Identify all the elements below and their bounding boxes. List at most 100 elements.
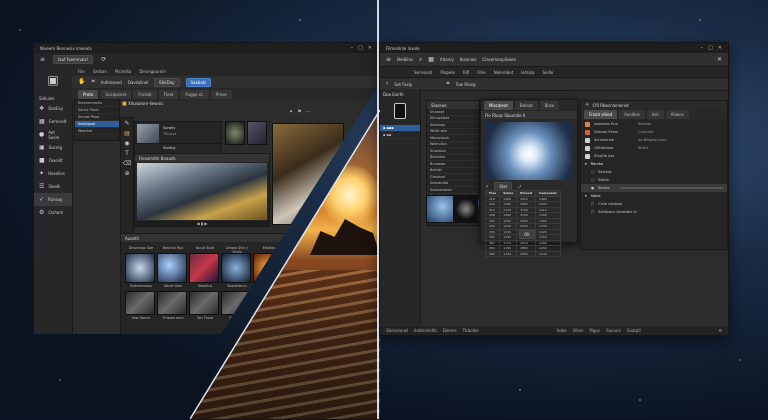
properties-tab[interactable]: Aeodles	[619, 110, 645, 119]
arrow-icon[interactable]: ↗	[485, 184, 488, 190]
back-icon[interactable]: ‹	[386, 81, 388, 87]
property-row[interactable]: Sldeoor Eemn Crarnhet	[581, 128, 727, 136]
filmstrip-thumb[interactable]	[125, 253, 155, 283]
status-item[interactable]: Tbbolee	[463, 328, 479, 333]
toolbar-right-button[interactable]: Saxbalz	[185, 77, 212, 87]
tree-item[interactable]: Weertes	[75, 128, 119, 135]
eye-icon[interactable]: ◉	[124, 141, 129, 147]
tab[interactable]: Proto	[78, 90, 99, 99]
table-row[interactable]: 380 1130 2850 1240	[484, 250, 561, 257]
toolbar-item-1[interactable]: Indmixeed	[101, 80, 122, 85]
right-toolbar-item-4[interactable]: Clasemonplisaes	[482, 57, 516, 62]
status-item[interactable]: Sbenelarwl	[386, 328, 408, 333]
tree-item[interactable]: Senost Paxo	[75, 114, 119, 121]
property-row[interactable]: Sloyitle Asa	[581, 152, 727, 160]
workspace-selector[interactable]: lauf fxemmaix!	[53, 55, 94, 64]
section-item[interactable]: ○ Sdbila	[581, 176, 727, 184]
sidebar-item[interactable]: ● Aet Soxle	[34, 128, 72, 141]
grid-icon[interactable]: ▦	[428, 56, 434, 63]
property-row[interactable]: Ixoeadan Rue Stalnda	[581, 120, 727, 128]
minimize-icon[interactable]: –	[351, 45, 354, 51]
status-item[interactable]: Aobe	[556, 328, 566, 333]
section-header[interactable]: ▾ Salne	[581, 192, 727, 200]
sidebar-item[interactable]: ■ Faxelilt	[34, 154, 72, 167]
property-row[interactable]: Xcrlaneraie Ao Bingieg nlaro	[581, 136, 727, 144]
menu-item[interactable]: Frile	[477, 70, 485, 75]
dialog-tab[interactable]: Blaw	[539, 101, 560, 110]
status-item[interactable]: Vilien	[573, 328, 584, 333]
right-toolbar-item-3[interactable]: Ibsenies	[460, 57, 476, 62]
status-item[interactable]: Ilebtnelntlb	[414, 328, 437, 333]
dialog-tab[interactable]: Miscaleat	[484, 101, 513, 110]
section-item[interactable]: ☐ Saitlbalnz Aenesble le	[581, 208, 727, 216]
filmstrip-thumb[interactable]	[189, 253, 219, 283]
menu-item[interactable]: Ietsixa	[521, 70, 534, 75]
eraser-icon[interactable]: ⌫	[123, 161, 131, 167]
menu-plsindlia[interactable]: Plsindlia	[115, 69, 131, 74]
menu-icon[interactable]: ≡	[40, 56, 45, 63]
tree-item[interactable]: Sence Panls	[75, 107, 119, 114]
menu-item[interactable]: Nelembet	[494, 70, 514, 75]
tab[interactable]: Fogge st.	[180, 90, 209, 99]
menu-desingaurnin[interactable]: Desingaurnin	[139, 69, 166, 74]
sidebar-item[interactable]: ▦ Gemiselt	[34, 115, 72, 128]
close-panel-icon[interactable]: ✕	[717, 56, 722, 63]
status-item[interactable]: Saatpll	[627, 328, 641, 333]
toolbar-item-2[interactable]: Davrblinel	[128, 80, 148, 85]
menu-item[interactable]: Plopele	[440, 70, 455, 75]
sidebar-item[interactable]: ⚙ Clsham	[34, 206, 72, 219]
list-preview-thumb[interactable]	[426, 195, 454, 223]
maximize-icon[interactable]: □	[708, 45, 713, 51]
properties-tab[interactable]: Aliwns	[665, 110, 689, 119]
sidebar-item[interactable]: ✓ Ronsay	[34, 193, 72, 206]
sidebar-item[interactable]: ✦ Hoxelles	[34, 167, 72, 180]
folder-item[interactable]: ▪ ▪▪▪	[380, 125, 420, 132]
menu-item[interactable]: Sernsesti	[414, 70, 432, 75]
minimize-icon[interactable]: –	[701, 45, 704, 51]
camera-thumbnail[interactable]	[225, 121, 245, 145]
text-icon[interactable]: T	[125, 151, 129, 157]
tab[interactable]: Fleet	[158, 90, 179, 99]
menu-sarban[interactable]: Sarban	[93, 69, 107, 74]
status-item[interactable]: Dienes	[443, 328, 457, 333]
tab[interactable]: Frolaib	[133, 90, 157, 99]
sidebar-item[interactable]: ❖ DezExy	[34, 102, 72, 115]
box-icon[interactable]: ▤	[124, 131, 130, 137]
flag-icon[interactable]: ⚑	[297, 109, 301, 115]
more-icon[interactable]: ⋯	[306, 109, 311, 115]
sidebar-item[interactable]: ▣ Socnlg	[34, 141, 72, 154]
lens-thumbnail[interactable]	[454, 195, 478, 223]
dialog-ok-button[interactable]: OK	[519, 230, 535, 239]
section-item[interactable]: ☐ Cnlle nolzbsel	[581, 200, 727, 208]
folder-item[interactable]: ▪ ▪▪	[380, 132, 420, 139]
close-icon[interactable]: ✕	[718, 45, 722, 51]
property-row[interactable]: Cliibtisluoe Sinlhs	[581, 144, 727, 152]
status-item[interactable]: Pigus	[590, 328, 601, 333]
sync-icon[interactable]: ⟳	[101, 56, 106, 63]
dialog-tab[interactable]: Beloot	[514, 101, 538, 110]
crop-icon[interactable]: ⌗	[91, 79, 94, 85]
photo-thumbnail[interactable]	[247, 121, 267, 145]
section-item[interactable]: ● Biebsn	[581, 184, 727, 192]
zoom-icon[interactable]: ⊕	[124, 171, 129, 177]
sub-toolbar-1[interactable]: Sot Fasly	[394, 82, 412, 87]
crop-icon[interactable]: ⌗	[446, 81, 449, 87]
tree-item[interactable]: Sesthouel	[75, 121, 119, 128]
menu-icon[interactable]: ≡	[386, 56, 391, 63]
tab[interactable]: Prese	[210, 90, 232, 99]
right-toolbar-item-1[interactable]: Neiblias	[397, 57, 413, 62]
expand-icon[interactable]: ⤢	[518, 184, 521, 190]
filmstrip-thumb[interactable]	[157, 291, 187, 315]
properties-tab[interactable]: Frxint shiod	[584, 110, 618, 119]
status-item[interactable]: Saviurs	[606, 328, 621, 333]
filmstrip-thumb[interactable]	[189, 291, 219, 315]
maximize-icon[interactable]: □	[358, 45, 363, 51]
section-header[interactable]: ▾ Rarnhe	[581, 160, 727, 168]
tree-item[interactable]: Sorenerxmeis	[75, 100, 119, 107]
brush-icon[interactable]: ✎	[124, 121, 129, 127]
settings-icon[interactable]: ⚙	[718, 328, 722, 333]
menu-item[interactable]: Rifl	[463, 70, 469, 75]
menu-item[interactable]: Saille	[542, 70, 553, 75]
hand-icon[interactable]: ✋	[78, 79, 85, 85]
right-toolbar-item-2[interactable]: Aitoniy	[440, 57, 454, 62]
